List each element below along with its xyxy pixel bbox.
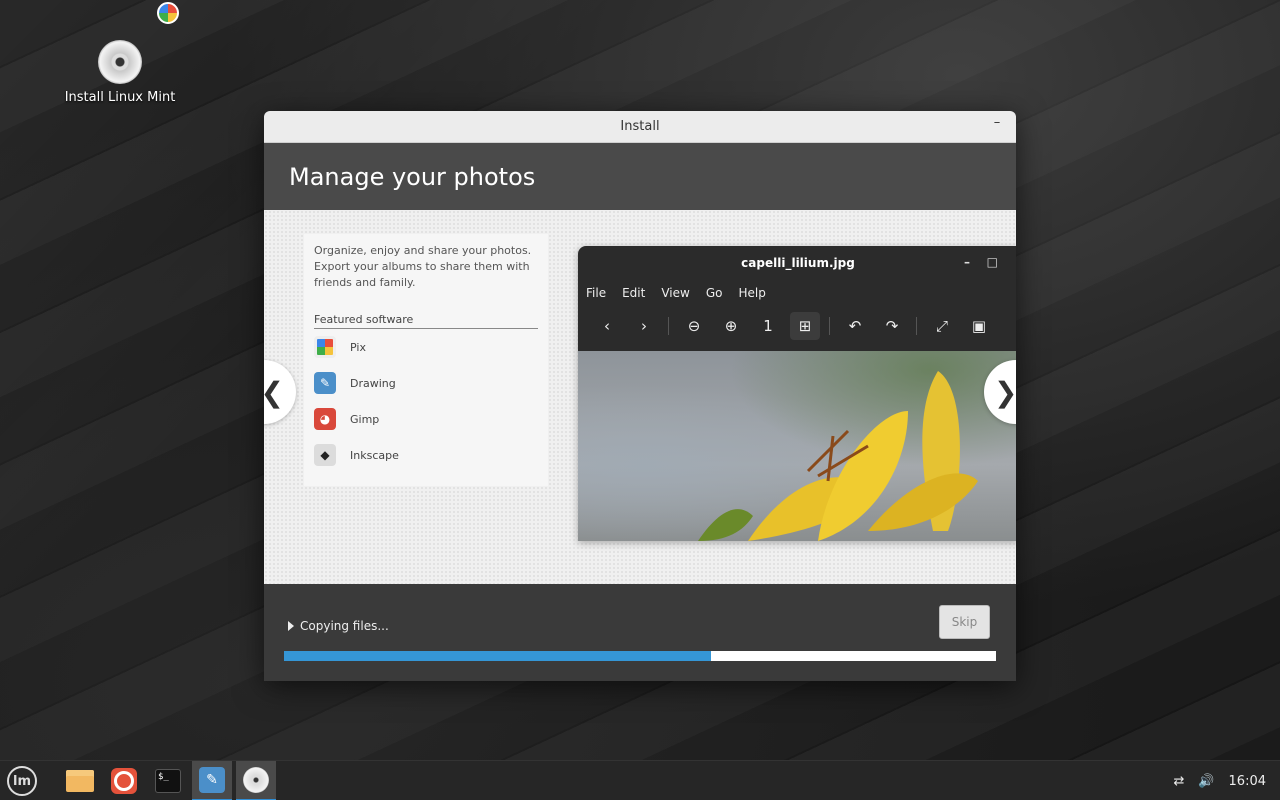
- zoom-in-icon: ⊕: [724, 317, 738, 335]
- gimp-icon: ◕: [314, 408, 336, 430]
- drawing-app-icon: ✎: [199, 767, 225, 793]
- viewer-title: capelli_lilium.jpg: [741, 256, 855, 270]
- status-expander[interactable]: Copying files...: [288, 619, 389, 633]
- slideshow-panel: Organize, enjoy and share your photos. E…: [264, 210, 1016, 584]
- taskbar-drawing[interactable]: ✎: [192, 761, 232, 800]
- forward-icon: ›: [641, 317, 647, 335]
- viewer-minimize-icon: –: [964, 255, 970, 269]
- skip-button[interactable]: Skip: [939, 605, 990, 639]
- slide-header: Manage your photos: [264, 143, 1016, 210]
- info-card: Organize, enjoy and share your photos. E…: [304, 234, 548, 486]
- featured-app-drawing: ✎ Drawing: [314, 365, 538, 401]
- zoom-out-icon: ⊖: [687, 317, 701, 335]
- viewer-menu-view: View: [661, 286, 690, 300]
- network-icon[interactable]: ⇄: [1173, 774, 1184, 789]
- viewer-titlebar: capelli_lilium.jpg – □: [578, 246, 1016, 280]
- toolbar-separator: [829, 317, 830, 335]
- viewer-menu-help: Help: [738, 286, 766, 300]
- toolbar-separator: [668, 317, 669, 335]
- photo-viewer-screenshot: capelli_lilium.jpg – □ File Edit View Go…: [578, 246, 1016, 541]
- window-title: Install: [620, 119, 660, 134]
- install-progress-bar: [284, 651, 996, 661]
- rotate-left-icon: ↶: [848, 317, 862, 335]
- back-icon: ‹: [604, 317, 610, 335]
- viewer-menu-edit: Edit: [622, 286, 646, 300]
- inkscape-icon: ◆: [314, 444, 336, 466]
- featured-app-gimp: ◕ Gimp: [314, 401, 538, 437]
- viewer-menu-file: File: [586, 286, 607, 300]
- pix-icon: [314, 336, 336, 358]
- featured-app-pix: Pix: [314, 329, 538, 365]
- linux-mint-logo-icon: lm: [7, 766, 37, 796]
- taskbar-installer[interactable]: [236, 761, 276, 800]
- viewer-toolbar: ‹ › ⊖ ⊕ 1 ⊞ ↶ ↷ ⤢ ▣: [578, 306, 1016, 346]
- window-titlebar[interactable]: Install –: [264, 111, 1016, 143]
- install-progress-fill: [284, 651, 712, 661]
- taskbar: lm $_ ✎ ⇄ 🔊 16:04: [0, 760, 1280, 800]
- clock[interactable]: 16:04: [1229, 774, 1266, 789]
- zoom-original-icon: 1: [763, 317, 773, 335]
- firefox-icon: [111, 768, 137, 794]
- featured-software-heading: Featured software: [314, 313, 538, 329]
- slide-title: Manage your photos: [289, 162, 536, 191]
- toolbar-separator: [916, 317, 917, 335]
- lily-photo: [578, 351, 1016, 541]
- previous-slide-button[interactable]: ❮: [264, 360, 296, 424]
- viewer-maximize-icon: □: [986, 255, 998, 269]
- taskbar-terminal[interactable]: $_: [148, 761, 188, 800]
- minimize-button[interactable]: –: [988, 115, 1006, 135]
- installer-window: Install – Manage your photos Organize, e…: [264, 111, 1016, 681]
- volume-icon[interactable]: 🔊: [1198, 774, 1214, 789]
- drawing-icon: ✎: [314, 372, 336, 394]
- zoom-fit-icon: ⊞: [790, 312, 820, 340]
- expander-arrow-icon: [288, 621, 294, 631]
- lily-flower-illustration: [698, 371, 978, 541]
- system-tray: ⇄ 🔊 16:04: [1159, 761, 1266, 800]
- status-text: Copying files...: [300, 619, 389, 633]
- color-picker-icon[interactable]: [157, 2, 179, 24]
- taskbar-firefox[interactable]: [104, 761, 144, 800]
- featured-app-name: Gimp: [350, 412, 380, 426]
- desktop-icon-label: Install Linux Mint: [64, 90, 176, 105]
- slideshow-icon: ▣: [971, 317, 987, 335]
- taskbar-files[interactable]: [60, 761, 100, 800]
- desktop-icon-install[interactable]: Install Linux Mint: [60, 40, 180, 105]
- folder-icon: [66, 770, 94, 792]
- featured-app-name: Drawing: [350, 376, 396, 390]
- terminal-icon: $_: [155, 769, 181, 793]
- featured-app-inkscape: ◆ Inkscape: [314, 437, 538, 473]
- viewer-menu-go: Go: [705, 286, 723, 300]
- featured-app-name: Pix: [350, 340, 366, 354]
- installer-disc-icon: [243, 767, 269, 793]
- slide-description: Organize, enjoy and share your photos. E…: [314, 244, 532, 289]
- disc-icon: [98, 40, 142, 84]
- rotate-right-icon: ↷: [885, 317, 899, 335]
- featured-app-name: Inkscape: [350, 448, 399, 462]
- fullscreen-icon: ⤢: [935, 317, 948, 335]
- viewer-menubar: File Edit View Go Help: [578, 280, 1016, 306]
- menu-button[interactable]: lm: [2, 761, 42, 800]
